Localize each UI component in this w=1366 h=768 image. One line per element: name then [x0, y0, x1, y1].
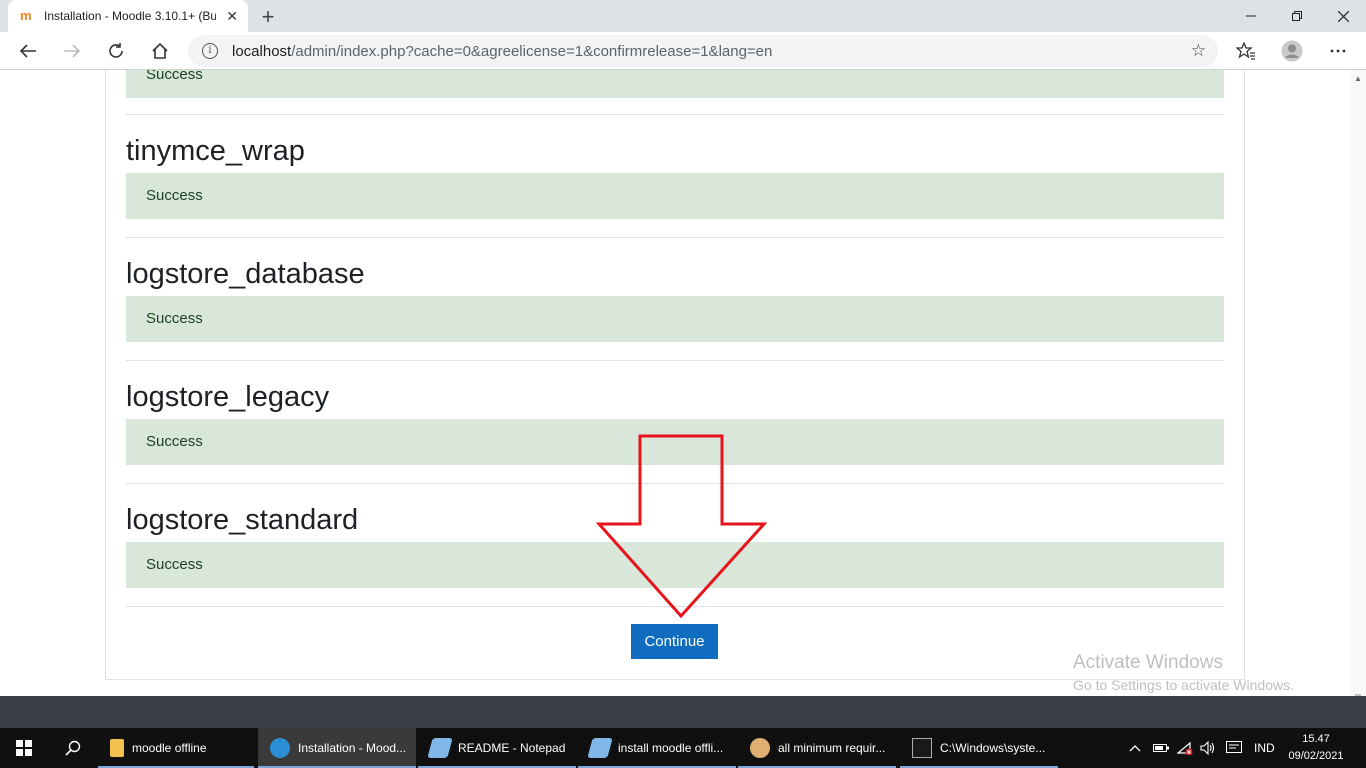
activate-windows-title: Activate Windows — [1073, 652, 1223, 673]
cmd-icon — [912, 738, 932, 758]
address-bar[interactable]: i localhost/admin/index.php?cache=0&agre… — [188, 35, 1218, 67]
speaker-icon — [1200, 741, 1215, 755]
browser-tab[interactable]: m Installation - Moodle 3.10.1+ (Build ✕ — [8, 0, 248, 32]
section-title: logstore_database — [126, 258, 365, 290]
volume-indicator[interactable] — [1200, 728, 1216, 768]
taskbar-item-edge[interactable]: Installation - Mood... — [258, 728, 416, 768]
taskbar-item-label: moodle offline — [132, 741, 207, 755]
chevron-up-icon — [1129, 745, 1141, 752]
close-window-button[interactable] — [1320, 0, 1366, 32]
more-dots-icon — [1330, 49, 1346, 53]
action-center-button[interactable] — [1226, 728, 1242, 768]
back-arrow-icon — [19, 44, 36, 58]
taskbar-item-notepad-install[interactable]: install moodle offli... — [578, 728, 736, 768]
edge-icon — [270, 738, 290, 758]
favorites-button[interactable] — [1232, 38, 1260, 64]
taskbar-clock[interactable]: 15.47 09/02/2021 — [1282, 731, 1350, 765]
battery-icon — [1153, 744, 1169, 752]
taskbar-item-label: README - Notepad — [458, 741, 566, 755]
network-disconnected-icon — [1177, 741, 1193, 755]
section-logstore-database: logstore_database Success — [126, 252, 1224, 342]
desktop-strip — [0, 696, 1366, 728]
input-language[interactable]: IND — [1254, 728, 1275, 768]
tab-close-icon[interactable]: ✕ — [226, 8, 238, 25]
taskbar-item-label: all minimum requir... — [778, 741, 886, 755]
clock-time: 15.47 — [1302, 733, 1330, 745]
continue-button[interactable]: Continue — [631, 624, 718, 659]
forward-arrow-icon — [64, 44, 81, 58]
page-scrollbar[interactable]: ▲ — [1350, 70, 1366, 708]
url-host: localhost — [232, 42, 292, 60]
home-icon — [152, 42, 168, 59]
settings-menu-button[interactable] — [1324, 38, 1352, 64]
success-alert: Success — [126, 70, 1224, 98]
profile-button[interactable] — [1278, 38, 1306, 64]
browser-toolbar: i localhost/admin/index.php?cache=0&agre… — [0, 32, 1366, 70]
chat-icon — [1226, 741, 1242, 753]
favorites-icon — [1236, 42, 1255, 60]
minimize-icon — [1246, 15, 1256, 17]
battery-indicator[interactable] — [1153, 728, 1169, 768]
start-button[interactable] — [0, 728, 48, 768]
folder-icon — [110, 739, 124, 757]
page-content: Success tinymce_wrap Success logstore_da… — [0, 70, 1350, 696]
site-info-icon[interactable]: i — [202, 43, 218, 59]
scroll-up-icon[interactable]: ▲ — [1354, 74, 1362, 83]
taskbar-item-label: install moodle offli... — [618, 741, 724, 755]
notepad-icon — [427, 738, 453, 758]
divider — [126, 360, 1224, 361]
clock-date: 09/02/2021 — [1288, 750, 1344, 762]
notepad-icon — [587, 738, 613, 758]
moodle-favicon-icon: m — [20, 8, 32, 23]
network-indicator[interactable] — [1177, 728, 1193, 768]
partial-section: Success — [126, 70, 1224, 98]
activate-windows-subtitle: Go to Settings to activate Windows. — [1073, 677, 1294, 693]
taskbar-item-folder[interactable]: moodle offline — [98, 728, 254, 768]
taskbar-item-notepad-readme[interactable]: README - Notepad — [418, 728, 576, 768]
browser-titlebar: m Installation - Moodle 3.10.1+ (Build ✕… — [0, 0, 1366, 32]
tab-title: Installation - Moodle 3.10.1+ (Build — [44, 9, 216, 23]
search-icon — [65, 740, 81, 756]
back-button[interactable] — [14, 38, 42, 64]
annotation-down-arrow-icon — [596, 434, 768, 619]
windows-logo-icon — [16, 740, 32, 756]
minimize-button[interactable] — [1228, 0, 1274, 32]
reload-icon — [109, 43, 123, 58]
reload-button[interactable] — [102, 38, 130, 64]
close-icon — [1337, 10, 1349, 22]
restore-icon — [1292, 11, 1302, 21]
url-text: localhost/admin/index.php?cache=0&agreel… — [232, 43, 772, 60]
url-path: /admin/index.php?cache=0&agreelicense=1&… — [291, 42, 773, 60]
section-title: logstore_legacy — [126, 381, 330, 413]
taskbar-item-label: Installation - Mood... — [298, 741, 407, 755]
forward-button[interactable] — [58, 38, 86, 64]
home-button[interactable] — [146, 38, 174, 64]
restore-button[interactable] — [1274, 0, 1320, 32]
add-favorite-icon[interactable]: ☆ — [1191, 41, 1206, 61]
divider — [126, 114, 1224, 115]
taskbar-item-label: C:\Windows\syste... — [940, 741, 1046, 755]
section-tinymce-wrap: tinymce_wrap Success — [126, 129, 1224, 219]
section-title: tinymce_wrap — [126, 135, 305, 167]
taskbar-item-paint[interactable]: all minimum requir... — [738, 728, 896, 768]
success-alert: Success — [126, 173, 1224, 219]
success-alert: Success — [126, 296, 1224, 342]
paint-icon — [750, 738, 770, 758]
taskbar-search-button[interactable] — [50, 728, 96, 768]
divider — [126, 237, 1224, 238]
taskbar-item-cmd[interactable]: C:\Windows\syste... — [900, 728, 1058, 768]
avatar-icon — [1281, 40, 1303, 62]
windows-taskbar: moodle offline Installation - Mood... RE… — [0, 728, 1366, 768]
new-tab-button[interactable]: + — [256, 4, 280, 30]
show-hidden-icons-button[interactable] — [1128, 728, 1142, 768]
